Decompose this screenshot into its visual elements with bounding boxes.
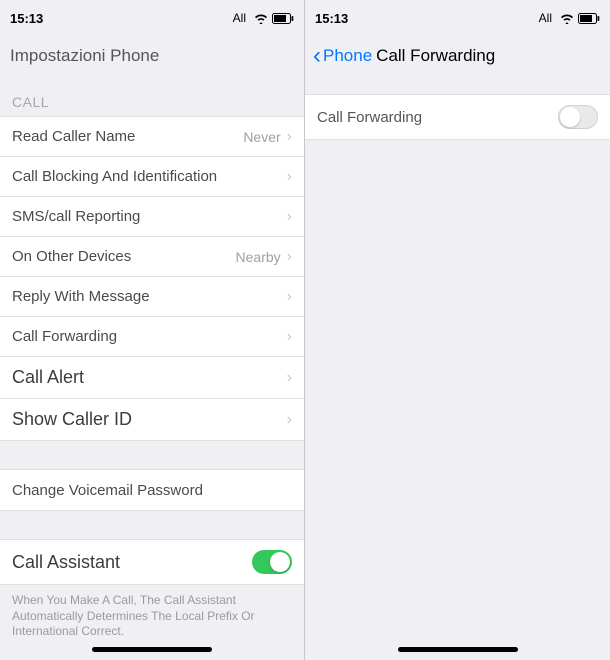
row-label: Call Forwarding: [317, 109, 558, 126]
toggle-knob-icon: [560, 107, 580, 127]
wifi-icon: [560, 13, 574, 24]
row-label: Call Alert: [12, 367, 287, 388]
battery-icon: [272, 13, 294, 24]
chevron-right-icon: ›: [287, 208, 292, 226]
row-call-alert[interactable]: Call Alert ›: [0, 357, 304, 399]
nav-title: Impostazioni Phone: [10, 46, 159, 66]
forwarding-list: Call Forwarding: [305, 94, 610, 140]
row-label: SMS/call Reporting: [12, 208, 287, 225]
status-right: All: [539, 11, 600, 25]
nav-title: Call Forwarding: [376, 46, 495, 66]
status-time: 15:13: [315, 11, 348, 26]
chevron-right-icon: ›: [287, 288, 292, 306]
row-sms-reporting[interactable]: SMS/call Reporting ›: [0, 197, 304, 237]
settings-phone-screen: 15:13 All Impostazioni Phone CALL Read C…: [0, 0, 305, 660]
chevron-left-icon: ‹: [313, 44, 321, 68]
wifi-icon: [254, 13, 268, 24]
row-label: Call Assistant: [12, 552, 252, 573]
home-indicator[interactable]: [398, 647, 518, 652]
carrier-label: All: [233, 11, 246, 25]
nav-back-text: Phone: [323, 46, 372, 66]
row-label: Call Forwarding: [12, 328, 287, 345]
row-value: Nearby: [236, 249, 281, 265]
row-show-caller-id[interactable]: Show Caller ID ›: [0, 399, 304, 440]
status-bar: 15:13 All: [305, 0, 610, 36]
row-call-assistant[interactable]: Call Assistant: [0, 540, 304, 584]
nav-back-button[interactable]: ‹ Phone: [313, 44, 372, 68]
carrier-label: All: [539, 11, 552, 25]
nav-back-text[interactable]: Impostazioni: [10, 46, 105, 65]
chevron-right-icon: ›: [287, 369, 292, 387]
call-forwarding-screen: 15:13 All ‹ Phone Call Forwarding Call F…: [305, 0, 610, 660]
row-label: Reply With Message: [12, 288, 287, 305]
row-call-forwarding[interactable]: Call Forwarding ›: [0, 317, 304, 357]
row-label: On Other Devices: [12, 248, 236, 265]
call-forwarding-toggle[interactable]: [558, 105, 598, 129]
row-call-forwarding-toggle[interactable]: Call Forwarding: [305, 95, 610, 139]
row-read-caller-name[interactable]: Read Caller Name Never ›: [0, 117, 304, 157]
status-time: 15:13: [10, 11, 43, 26]
row-reply-with-message[interactable]: Reply With Message ›: [0, 277, 304, 317]
row-change-voicemail-password[interactable]: Change Voicemail Password: [0, 470, 304, 510]
chevron-right-icon: ›: [287, 128, 292, 146]
row-label: Change Voicemail Password: [12, 482, 292, 499]
assistant-list: Call Assistant: [0, 539, 304, 585]
call-assistant-footer: When You Make A Call, The Call Assistant…: [0, 585, 304, 648]
section-header-call: CALL: [0, 76, 304, 116]
status-right: All: [233, 11, 294, 25]
voicemail-list: Change Voicemail Password: [0, 469, 304, 511]
row-value: Never: [243, 129, 280, 145]
row-call-blocking[interactable]: Call Blocking And Identification ›: [0, 157, 304, 197]
nav-bar: ‹ Phone Call Forwarding: [305, 36, 610, 76]
chevron-right-icon: ›: [287, 411, 292, 429]
chevron-right-icon: ›: [287, 168, 292, 186]
row-other-devices[interactable]: On Other Devices Nearby ›: [0, 237, 304, 277]
nav-bar: Impostazioni Phone: [0, 36, 304, 76]
status-bar: 15:13 All: [0, 0, 304, 36]
battery-icon: [578, 13, 600, 24]
row-label: Call Blocking And Identification: [12, 168, 287, 185]
chevron-right-icon: ›: [287, 248, 292, 266]
chevron-right-icon: ›: [287, 328, 292, 346]
call-assistant-toggle[interactable]: [252, 550, 292, 574]
row-label: Show Caller ID: [12, 409, 287, 430]
home-indicator[interactable]: [92, 647, 212, 652]
row-label: Read Caller Name: [12, 128, 243, 145]
call-settings-list: Read Caller Name Never › Call Blocking A…: [0, 116, 304, 441]
toggle-knob-icon: [270, 552, 290, 572]
